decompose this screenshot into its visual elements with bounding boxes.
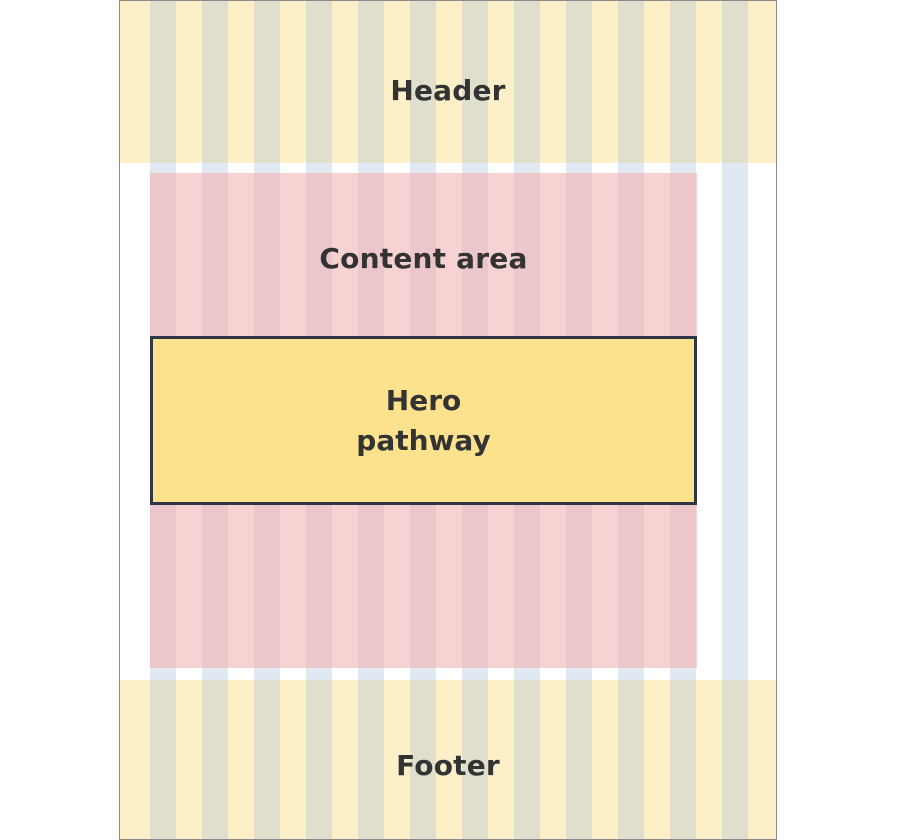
footer-label: Footer	[396, 749, 500, 782]
hero-label-line-1: Hero	[385, 384, 462, 417]
content-area-region: Content area	[150, 173, 697, 336]
grid-column-stripe	[358, 505, 384, 668]
layout-frame: Header Content area Hero pathway Footer	[119, 0, 777, 840]
content-area-lower-region	[150, 505, 697, 668]
header-region: Header	[120, 1, 776, 163]
grid-column-stripe	[514, 505, 540, 668]
grid-column-stripe	[254, 505, 280, 668]
grid-column-stripe	[150, 505, 176, 668]
footer-region: Footer	[120, 680, 776, 839]
header-label: Header	[390, 74, 506, 107]
grid-column-stripe	[202, 505, 228, 668]
hero-pathway-box: Hero pathway	[150, 336, 697, 505]
hero-pathway-label: Hero pathway	[153, 381, 694, 461]
grid-column-stripe	[410, 505, 436, 668]
grid-column-stripe	[618, 505, 644, 668]
grid-column-stripe	[462, 505, 488, 668]
grid-column-stripe	[566, 505, 592, 668]
grid-column-stripe	[306, 505, 332, 668]
content-area-label: Content area	[319, 242, 528, 275]
grid-column-stripe	[670, 505, 696, 668]
hero-label-line-2: pathway	[356, 424, 491, 457]
